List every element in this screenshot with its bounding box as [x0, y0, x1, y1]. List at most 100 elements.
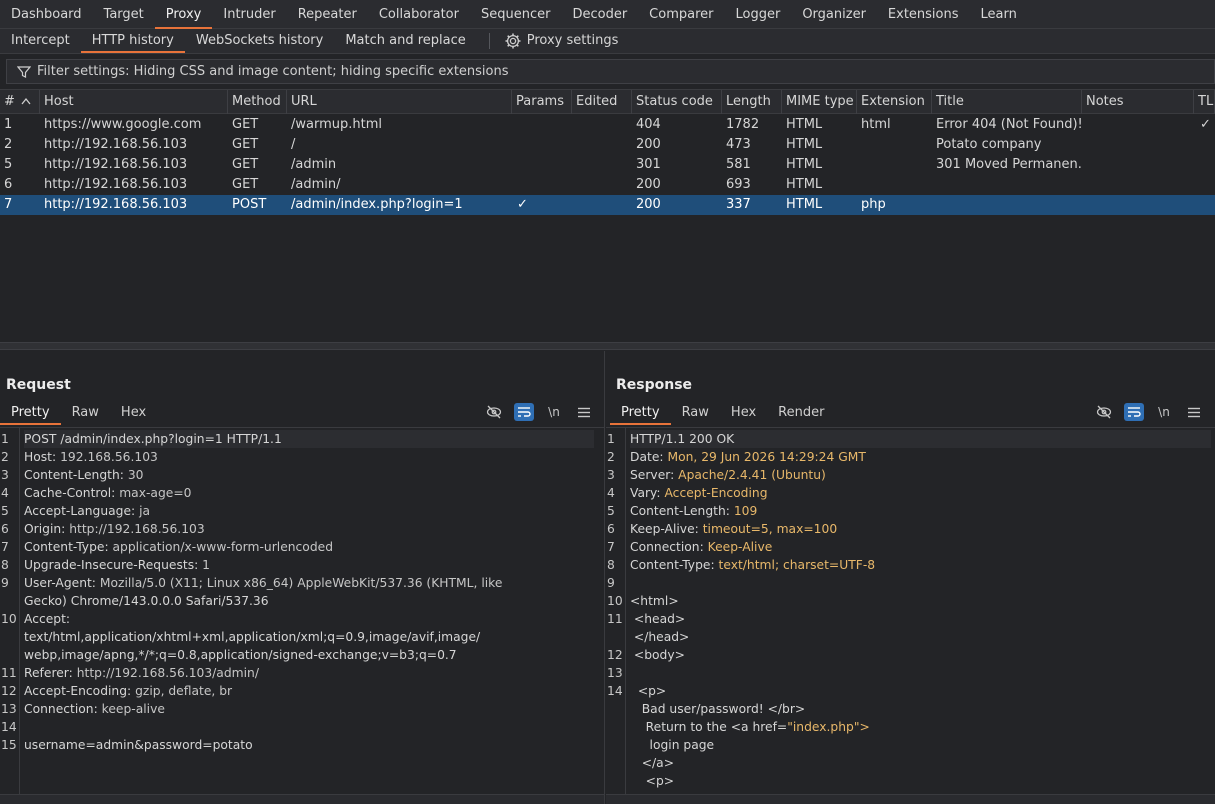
show-newlines-button[interactable]: \n	[544, 403, 564, 421]
tab-extensions[interactable]: Extensions	[877, 0, 970, 29]
code-line: Date: Mon, 29 Jun 2026 14:29:24 GMT	[630, 448, 866, 466]
request-editor[interactable]: 1 2 3 4 5 6 7 8 9 10 11 12 13 14 15 POST /admin/index.…	[0, 427, 604, 794]
code-value: keep-alive	[97, 702, 165, 716]
newline-icon: \n	[548, 405, 560, 419]
code-key: Vary:	[630, 486, 661, 500]
code-line: Keep-Alive: timeout=5, max=100	[630, 520, 837, 538]
code-value: max-age=0	[115, 486, 192, 500]
code-line: HTTP/1.1 200 OK	[630, 430, 1211, 448]
column-header-url[interactable]: URL	[287, 90, 512, 114]
line-number: 3	[607, 468, 615, 482]
column-header-host[interactable]: Host	[40, 90, 228, 114]
code-value: timeout=5, max=100	[698, 522, 838, 536]
column-header-extension[interactable]: Extension	[857, 90, 932, 114]
hide-nonprintable-button[interactable]	[484, 403, 504, 421]
http-history-table: # Host Method URL Params Edited Status code Len…	[0, 89, 1215, 342]
response-tab-render[interactable]: Render	[767, 401, 835, 425]
subtab-http-history[interactable]: HTTP history	[80, 29, 185, 53]
cell-host: http://192.168.56.103	[44, 137, 188, 152]
request-tab-hex[interactable]: Hex	[110, 401, 157, 425]
word-wrap-button[interactable]	[514, 403, 534, 421]
subtab-websockets-history[interactable]: WebSockets history	[185, 29, 334, 53]
response-menu-button[interactable]	[1184, 403, 1204, 421]
tab-decoder[interactable]: Decoder	[561, 0, 638, 29]
cell-edited	[572, 175, 632, 195]
response-horizontal-scrollbar[interactable]	[606, 794, 1215, 804]
request-toolbar: \n	[484, 403, 594, 421]
line-number: 6	[1, 522, 9, 536]
request-tab-raw[interactable]: Raw	[61, 401, 110, 425]
column-header-notes[interactable]: Notes	[1082, 90, 1194, 114]
column-header-edited[interactable]: Edited	[572, 90, 632, 114]
code-key: </a>	[630, 756, 675, 770]
column-header-mime-type[interactable]: MIME type	[782, 90, 857, 114]
table-row[interactable]: 6 http://192.168.56.103 GET/admin/200 693 HT…	[0, 175, 1215, 195]
code-value: 192.168.56.103	[56, 450, 158, 464]
word-wrap-button[interactable]	[1124, 403, 1144, 421]
request-menu-button[interactable]	[574, 403, 594, 421]
response-editor[interactable]: 1 2 3 4 5 6 7 8 9 10 11 12 13 14 HTTP/1.1 200 OK Date:…	[606, 427, 1215, 794]
hide-nonprintable-button[interactable]	[1094, 403, 1114, 421]
column-header-length[interactable]: Length	[722, 90, 782, 114]
request-title: Request	[6, 377, 71, 393]
code-line: Gecko) Chrome/143.0.0.0 Safari/537.36	[24, 592, 269, 610]
show-newlines-button[interactable]: \n	[1154, 403, 1174, 421]
proxy-settings-button[interactable]: Proxy settings	[500, 29, 623, 53]
column-header-label: Params	[516, 94, 564, 109]
response-tab-hex[interactable]: Hex	[720, 401, 767, 425]
cell-mime: HTML	[786, 157, 823, 172]
code-line: <body>	[630, 646, 685, 664]
cell-host: http://192.168.56.103	[44, 177, 188, 192]
table-row[interactable]: 5 http://192.168.56.103 GET/admin 301 581 HTM…	[0, 155, 1215, 175]
pane-splitter[interactable]	[0, 342, 1215, 350]
column-header-method[interactable]: Method	[228, 90, 287, 114]
cell-status: 200	[636, 197, 661, 212]
code-key: HTTP/1.1 200 OK	[630, 432, 735, 446]
tab-dashboard[interactable]: Dashboard	[0, 0, 93, 29]
subtab-intercept[interactable]: Intercept	[0, 29, 81, 53]
filter-bar[interactable]: Filter settings: Hiding CSS and image co…	[6, 59, 1215, 84]
tab-logger[interactable]: Logger	[725, 0, 792, 29]
code-key: Content-Type:	[630, 558, 715, 572]
line-number: 6	[607, 522, 615, 536]
cell-edited	[572, 115, 632, 135]
request-tab-pretty[interactable]: Pretty	[0, 401, 61, 425]
tab-sequencer[interactable]: Sequencer	[470, 0, 561, 29]
cell-params: ✓	[517, 197, 528, 212]
tab-collaborator[interactable]: Collaborator	[368, 0, 470, 29]
line-number: 15	[1, 738, 17, 752]
proxy-settings-label: Proxy settings	[526, 33, 619, 48]
tab-learn[interactable]: Learn	[970, 0, 1028, 29]
table-row[interactable]: 7 http://192.168.56.103 POST/admin/index.p…	[0, 195, 1215, 215]
line-number: 10	[607, 594, 623, 608]
subtab-match-and-replace[interactable]: Match and replace	[334, 29, 476, 53]
column-header-label: Title	[936, 94, 964, 109]
column-header-tls[interactable]: TLS	[1194, 90, 1215, 114]
code-line: POST /admin/index.php?login=1 HTTP/1.1	[24, 430, 594, 448]
column-header-params[interactable]: Params	[512, 90, 572, 114]
column-header-title[interactable]: Title	[932, 90, 1082, 114]
code-key: Accept-Language:	[24, 504, 136, 518]
cell-edited	[572, 135, 632, 155]
table-row[interactable]: 1 https://www.google.com GET/warmup.html 40…	[0, 115, 1215, 135]
tab-repeater[interactable]: Repeater	[287, 0, 368, 29]
line-number: 1	[607, 432, 615, 446]
response-tab-pretty[interactable]: Pretty	[610, 401, 671, 425]
column-header-status-code[interactable]: Status code	[632, 90, 722, 114]
tab-proxy[interactable]: Proxy	[154, 0, 213, 29]
column-header-num[interactable]: #	[0, 90, 40, 114]
tab-target[interactable]: Target	[93, 0, 155, 29]
tab-organizer[interactable]: Organizer	[791, 0, 877, 29]
response-view-tabs: Pretty Raw Hex Render	[610, 401, 835, 425]
tab-intruder[interactable]: Intruder	[212, 0, 286, 29]
code-value: 30	[123, 468, 144, 482]
code-line: </a>	[630, 754, 674, 772]
cell-edited	[572, 155, 632, 175]
tab-comparer[interactable]: Comparer	[638, 0, 724, 29]
request-horizontal-scrollbar[interactable]	[0, 794, 604, 804]
table-row[interactable]: 2 http://192.168.56.103 GET / 200 473 HTML Pota…	[0, 135, 1215, 155]
code-line: text/html,application/xhtml+xml,applicat…	[24, 628, 480, 646]
line-number: 8	[1, 558, 9, 572]
response-tab-raw[interactable]: Raw	[671, 401, 720, 425]
cell-ext	[857, 155, 932, 175]
